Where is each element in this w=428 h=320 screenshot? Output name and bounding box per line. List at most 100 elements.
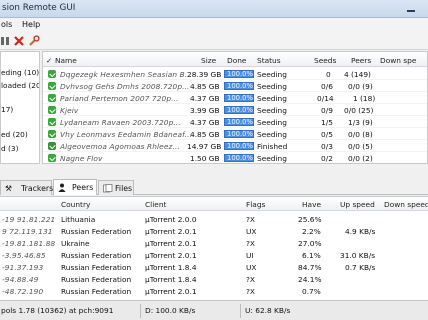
peer-row[interactable]: -19.81.181.88 Ukraine µTorrent 2.0.1 ?X … (0, 238, 428, 249)
peer-row[interactable]: -48.72.190 Russian Federation µTorrent 2… (0, 286, 428, 297)
peer-address: -94.88.49 (2, 275, 39, 284)
column-peers[interactable]: Peers (351, 56, 371, 65)
peer-country: Russian Federation (61, 227, 132, 236)
progress-text: 100.0% (227, 106, 253, 114)
status-separator (240, 304, 241, 318)
progress-text: 100.0% (227, 82, 253, 90)
torrent-peers: 0/0 (5) (348, 142, 373, 151)
torrent-row[interactable]: Kjeiv 3.99 GB 100.0% Seeding 0/9 0/0 (25… (43, 104, 427, 116)
torrent-size: 4.37 GB (190, 118, 220, 127)
torrent-peers: 0/0 (2) (348, 154, 373, 163)
torrent-row[interactable]: Pariand Pertemon 2007 720p... 4.37 GB 10… (43, 92, 427, 104)
filter-item-downloaded[interactable]: loaded (20) (1, 81, 39, 90)
torrent-name: Lydaneam Ravaen 2003.720p... (60, 118, 181, 127)
torrent-size: 28.39 GB (187, 70, 222, 79)
sort-chevron-icon[interactable]: ✓ (46, 56, 52, 65)
torrent-row[interactable]: Dvhvsog Gehs Dmhs 2008.720p... 4.85 GB 1… (43, 80, 427, 92)
peer-client: µTorrent 2.0.0 (145, 215, 197, 224)
progress-bar: 100.0% (224, 82, 254, 90)
seeding-icon (48, 154, 56, 162)
status-separator (140, 304, 141, 318)
peer-have: 25.6% (298, 215, 322, 224)
torrent-name: Nagne Flov (60, 154, 103, 163)
finished-icon (48, 142, 56, 150)
peer-address: -48.72.190 (2, 287, 44, 296)
torrent-status: Seeding (257, 106, 287, 115)
peer-row[interactable]: -19 91.81.221 Lithuania µTorrent 2.0.0 ?… (0, 214, 428, 225)
peer-have: 0.7% (302, 287, 321, 296)
peer-row[interactable]: -94.88.49 Russian Federation µTorrent 1.… (0, 274, 428, 285)
settings-wrench-icon[interactable] (28, 35, 40, 47)
column-seeds[interactable]: Seeds (314, 56, 336, 65)
tab-files[interactable]: Files (98, 180, 134, 195)
peer-have: 6.1% (302, 251, 321, 260)
torrent-peers: 0/0 (25) (344, 106, 374, 115)
torrent-peers: 0/0 (8) (348, 130, 373, 139)
column-up-speed[interactable]: Up speed (340, 200, 375, 209)
menu-tools[interactable]: ols (1, 20, 12, 29)
seeding-icon (48, 82, 56, 90)
torrent-peers: 1/3 (9) (348, 118, 373, 127)
filter-item-other[interactable]: d (3) (1, 144, 19, 153)
torrent-row[interactable]: Lydaneam Ravaen 2003.720p... 4.37 GB 100… (43, 116, 427, 128)
peer-address: -3.95.46.85 (2, 251, 46, 260)
torrent-name: Algeovemoa Agomoas Rhleez... (60, 142, 180, 151)
peer-client: µTorrent 1.8.4 (145, 263, 197, 272)
progress-bar: 100.0% (224, 70, 254, 78)
peer-country: Ukraine (61, 239, 90, 248)
minimize-button[interactable] (400, 2, 422, 15)
torrent-seeds: 0/2 (321, 154, 333, 163)
column-have[interactable]: Have (302, 200, 321, 209)
filter-item-count[interactable]: 17) (1, 105, 13, 114)
menu-bar: ols Help (0, 18, 428, 32)
peer-up-speed: 31.0 KB/s (340, 251, 376, 260)
column-name[interactable]: Name (55, 56, 77, 65)
progress-text: 100.0% (227, 94, 253, 102)
column-country[interactable]: Country (61, 200, 90, 209)
peer-row[interactable]: -91.37.193 Russian Federation µTorrent 1… (0, 262, 428, 273)
peer-row[interactable]: -3.95.46.85 Russian Federation µTorrent … (0, 250, 428, 261)
peer-address: 9 72.119.131 (2, 227, 53, 236)
seeding-icon (48, 118, 56, 126)
peer-country: Lithuania (61, 215, 96, 224)
detail-tabs: ⚒ Trackers Peers Files (0, 178, 428, 195)
column-flags[interactable]: Flags (246, 200, 265, 209)
progress-bar: 100.0% (224, 106, 254, 114)
filter-item-finished[interactable]: ed (20) (1, 130, 28, 139)
download-speed: D: 100.0 KB/s (145, 306, 196, 315)
torrent-peers: 4 (149) (344, 70, 371, 79)
column-down-speed[interactable]: Down speed (384, 200, 428, 209)
torrent-row[interactable]: Nagne Flov 1.50 GB 100.0% Seeding 0/2 0/… (43, 152, 427, 163)
torrent-table: ✓ Name Size Done Status Seeds Peers Down… (42, 51, 428, 164)
torrent-status: Seeding (257, 70, 287, 79)
progress-text: 100.0% (227, 130, 253, 138)
seeding-icon (48, 70, 56, 78)
pause-icon[interactable] (0, 35, 12, 47)
filter-item-seeding[interactable]: eding (10) (1, 68, 39, 77)
column-size[interactable]: Size (201, 56, 216, 65)
torrent-status: Seeding (257, 130, 287, 139)
column-status[interactable]: Status (257, 56, 281, 65)
peer-row[interactable]: 9 72.119.131 Russian Federation µTorrent… (0, 226, 428, 237)
torrent-row[interactable]: Dqgezegk Hexesmhen Seasian B... 28.39 GB… (43, 68, 427, 80)
peers-table-header: Country Client Flags Have Up speed Down … (0, 197, 428, 211)
menu-help[interactable]: Help (22, 20, 40, 29)
tab-peers[interactable]: Peers (53, 179, 97, 195)
column-down-speed[interactable]: Down spe (380, 56, 416, 65)
torrent-size: 3.99 GB (190, 106, 220, 115)
connection-status: pols 1.78 (10362) at pch:9091 (1, 306, 114, 315)
torrent-size: 4.37 GB (190, 94, 220, 103)
torrent-size: 1.50 GB (190, 154, 220, 163)
peer-client: µTorrent 2.0.1 (145, 227, 197, 236)
remove-icon[interactable] (13, 35, 25, 47)
tab-files-label: Files (115, 184, 133, 193)
tab-trackers[interactable]: ⚒ Trackers (0, 180, 53, 195)
torrent-seeds: 0/9 (321, 106, 333, 115)
torrent-row[interactable]: Algeovemoa Agomoas Rhleez... 14.97 GB 10… (43, 140, 427, 152)
title-bar: sion Remote GUI (0, 0, 428, 18)
column-client[interactable]: Client (145, 200, 166, 209)
peer-flags: ?X (246, 215, 255, 224)
column-done[interactable]: Done (227, 56, 246, 65)
torrent-row[interactable]: Vhy Leonmavs Eedamin Bdaneaf... 4.85 GB … (43, 128, 427, 140)
torrent-name: Pariand Pertemon 2007 720p... (60, 94, 179, 103)
